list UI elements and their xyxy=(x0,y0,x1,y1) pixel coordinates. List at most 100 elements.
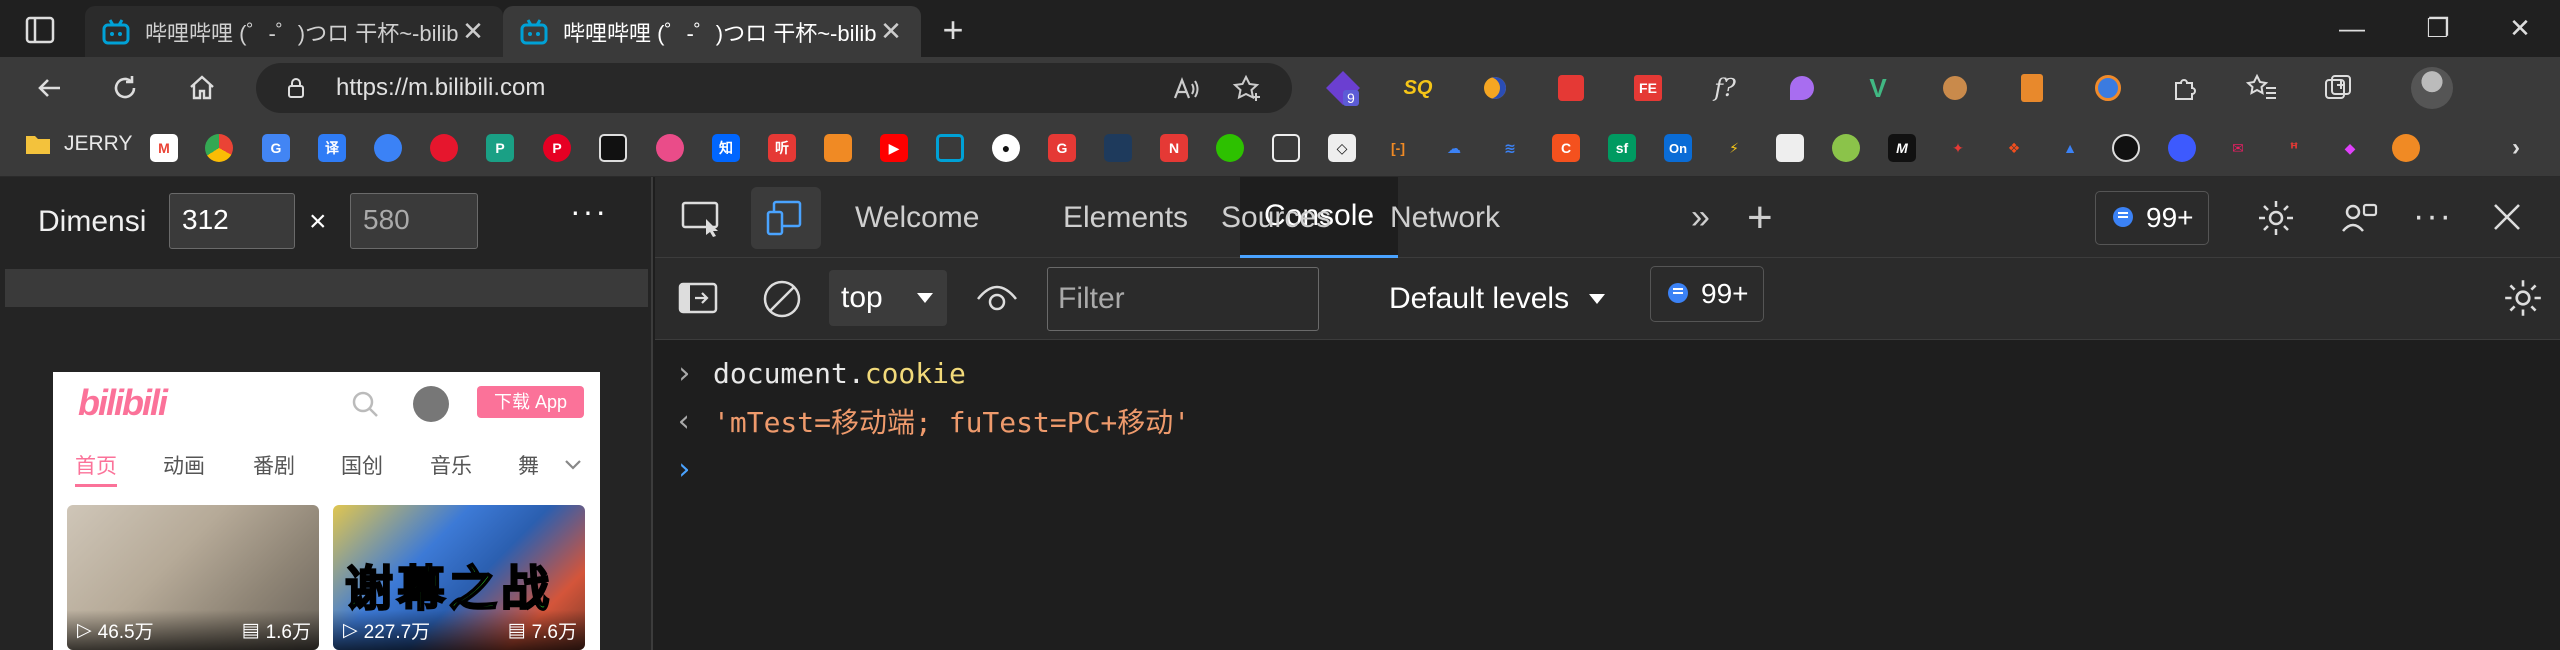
bookmark-pink-icon[interactable]: ◆ xyxy=(2336,134,2364,162)
url-text[interactable]: https://m.bilibili.com xyxy=(336,74,1292,102)
devtools-more-button[interactable]: ··· xyxy=(2413,197,2453,236)
listen-icon[interactable]: 听 xyxy=(768,134,796,162)
zhihu-icon[interactable]: 知 xyxy=(712,134,740,162)
minimize-button[interactable]: — xyxy=(2322,10,2382,46)
bookmark-mountain-icon[interactable]: ▲ xyxy=(2056,134,2084,162)
bookmark-lion-icon[interactable] xyxy=(2392,134,2420,162)
bookmark-orange-icon[interactable] xyxy=(824,134,852,162)
favorites-icon[interactable] xyxy=(2244,70,2280,106)
translate-cn-icon[interactable]: 译 xyxy=(318,134,346,162)
segmentfault-icon[interactable]: sf xyxy=(1608,134,1636,162)
tab-close-button[interactable]: ✕ xyxy=(877,16,905,47)
bookmark-brackets-icon[interactable]: [-] xyxy=(1384,134,1412,162)
chevron-down-icon[interactable] xyxy=(561,452,585,476)
github-icon[interactable]: ● xyxy=(992,134,1020,162)
console-prompt-line[interactable]: › xyxy=(655,446,2560,492)
profile-avatar[interactable] xyxy=(2410,66,2454,110)
bookmark-folder[interactable]: JERRY xyxy=(24,132,132,156)
console-issues-counter[interactable]: 99+ xyxy=(1650,266,1764,322)
tab-network[interactable]: Network xyxy=(1366,177,1524,258)
nav-tab-bangumi[interactable]: 番剧 xyxy=(253,450,295,480)
context-selector[interactable]: top xyxy=(829,270,947,326)
chrome-icon[interactable] xyxy=(205,134,233,162)
bookmark-g-icon[interactable]: G xyxy=(1048,134,1076,162)
favorite-star-icon[interactable] xyxy=(1232,73,1264,105)
collections-icon[interactable] xyxy=(2320,70,2356,106)
codepen-icon[interactable]: ◇ xyxy=(1328,134,1356,162)
bookmark-bot-icon[interactable] xyxy=(2168,134,2196,162)
globe-icon[interactable] xyxy=(374,134,402,162)
cloud-icon[interactable]: ☁ xyxy=(1440,134,1468,162)
add-tool-button[interactable]: + xyxy=(1723,177,1797,258)
youtube-icon[interactable]: ▶ xyxy=(880,134,908,162)
bookmark-dark-icon[interactable] xyxy=(1104,134,1132,162)
extension-vue-icon[interactable]: V xyxy=(1860,70,1896,106)
translate-icon[interactable]: G xyxy=(262,134,290,162)
issues-counter[interactable]: 99+ xyxy=(2095,191,2209,245)
browser-tab[interactable]: 哔哩哔哩 (゜-゜)つロ 干杯~-bilibili ✕ xyxy=(85,6,503,57)
window-close-button[interactable]: ✕ xyxy=(2490,10,2550,46)
bilibili-logo[interactable]: bilibili xyxy=(78,382,168,424)
wechat-icon[interactable] xyxy=(1216,134,1244,162)
extension-fe-icon[interactable]: FE xyxy=(1630,70,1666,106)
close-icon[interactable] xyxy=(2489,199,2525,235)
extension-cookie-icon[interactable] xyxy=(1937,70,1973,106)
console-settings-gear-icon[interactable] xyxy=(2501,276,2545,320)
address-bar[interactable]: https://m.bilibili.com xyxy=(256,63,1292,113)
bookmark-p-icon[interactable]: P xyxy=(486,134,514,162)
bilibili-bookmark-icon[interactable] xyxy=(936,134,964,162)
weibo-icon[interactable] xyxy=(430,134,458,162)
nav-tab-music[interactable]: 音乐 xyxy=(430,450,472,480)
bookmark-mail-icon[interactable]: ✉ xyxy=(2224,134,2252,162)
browser-tab-active[interactable]: 哔哩哔哩 (゜-゜)つロ 干杯~-bilibili ✕ xyxy=(503,6,921,57)
width-input[interactable]: 312 xyxy=(169,193,295,249)
console-output[interactable]: › document. cookie ‹ 'mTest=移动端; fuTest=P… xyxy=(655,340,2560,650)
bookmark-square-icon[interactable] xyxy=(1272,134,1300,162)
nestjs-icon[interactable]: ✦ xyxy=(1944,134,1972,162)
nav-tab-home[interactable]: 首页 xyxy=(75,450,117,480)
more-bookmarks-chevron-icon[interactable]: › xyxy=(2502,134,2530,162)
restore-button[interactable]: ❐ xyxy=(2408,10,2468,46)
video-card[interactable]: 谢幕之战 ▷ 227.7万 ▤ 7.6万 xyxy=(333,505,585,650)
nav-tab-anime[interactable]: 动画 xyxy=(163,450,205,480)
bookmark-n-icon[interactable]: N xyxy=(1160,134,1188,162)
height-input[interactable]: 580 xyxy=(350,193,478,249)
tab-close-button[interactable]: ✕ xyxy=(459,16,487,47)
dribbble-icon[interactable] xyxy=(656,134,684,162)
bookmark-m-icon[interactable]: M xyxy=(1888,134,1916,162)
download-app-button[interactable]: 下载 App xyxy=(477,386,584,418)
nav-tab-dance[interactable]: 舞 xyxy=(518,450,539,480)
figma-icon[interactable]: ❖ xyxy=(2000,134,2028,162)
bookmark-green-icon[interactable] xyxy=(1832,134,1860,162)
video-card[interactable]: ▷ 46.5万 ▤ 1.6万 xyxy=(67,505,319,650)
bookmark-drop-icon[interactable] xyxy=(2112,134,2140,162)
extension-moon-icon[interactable] xyxy=(1477,70,1513,106)
bookmark-c-icon[interactable]: C xyxy=(1552,134,1580,162)
tab-elements[interactable]: Elements xyxy=(1039,177,1212,258)
refresh-button[interactable] xyxy=(103,66,147,110)
extension-purple-icon[interactable] xyxy=(1784,70,1820,106)
log-levels-dropdown[interactable]: Default levels xyxy=(1389,282,1607,316)
tab-welcome[interactable]: Welcome xyxy=(831,177,1003,258)
lock-icon[interactable] xyxy=(284,76,308,100)
search-icon[interactable] xyxy=(349,388,381,420)
bookmark-layers-icon[interactable]: ≋ xyxy=(1496,134,1524,162)
pinterest-icon[interactable]: P xyxy=(543,134,571,162)
home-button[interactable] xyxy=(180,66,224,110)
extension-sq-icon[interactable]: SQ xyxy=(1400,70,1436,106)
bookmark-blocks-icon[interactable] xyxy=(599,134,627,162)
gmail-icon[interactable]: M xyxy=(150,134,178,162)
nav-tab-guochuang[interactable]: 国创 xyxy=(341,450,383,480)
extension-redbox-icon[interactable] xyxy=(1553,70,1589,106)
tab-sources[interactable]: Sources xyxy=(1197,177,1355,258)
bookmark-on-icon[interactable]: On xyxy=(1664,134,1692,162)
read-aloud-icon[interactable] xyxy=(1171,74,1201,104)
extension-rocket-icon[interactable] xyxy=(2090,70,2126,106)
new-tab-button[interactable]: + xyxy=(930,10,976,50)
bookmark-yuque-icon[interactable]: ꟸ xyxy=(2280,134,2308,162)
tab-actions-icon[interactable] xyxy=(22,12,58,48)
console-filter-input[interactable]: Filter xyxy=(1047,267,1319,331)
media-query-ruler[interactable] xyxy=(5,269,648,307)
extension-formula-icon[interactable]: f? xyxy=(1707,70,1743,106)
bookmark-lightning-icon[interactable]: ⚡ xyxy=(1720,134,1748,162)
